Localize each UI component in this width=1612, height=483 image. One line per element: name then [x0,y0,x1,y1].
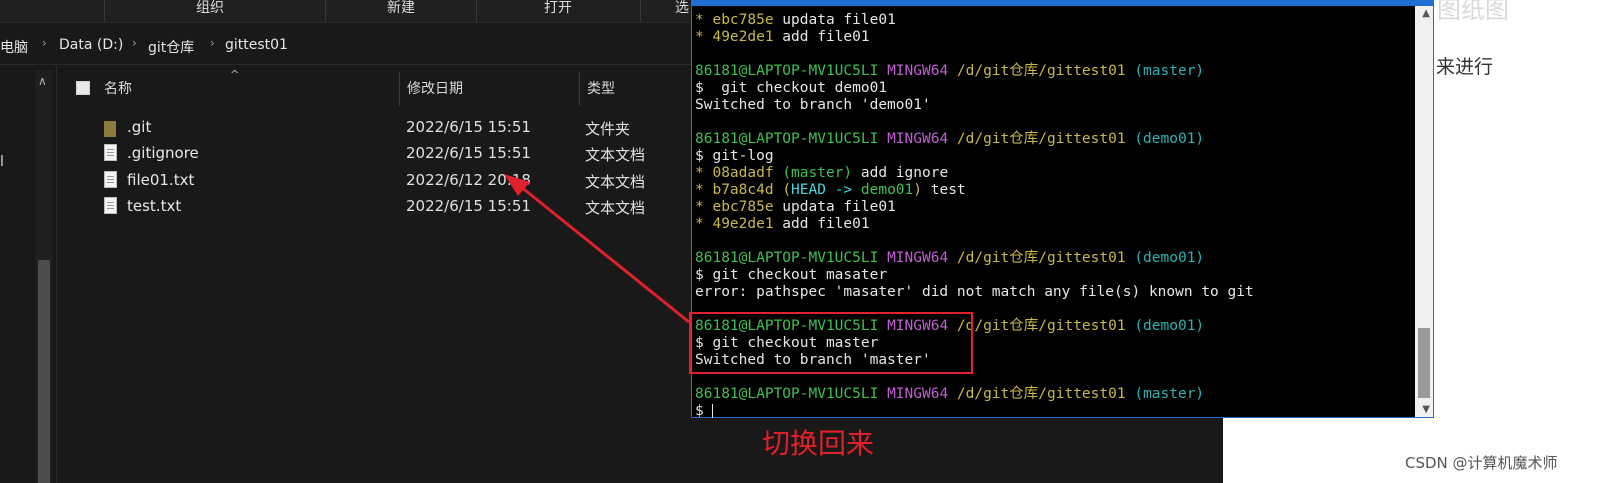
file-row[interactable]: .git 2022/6/15 15:51 文件夹 [0,115,700,141]
commit-head-ref: HEAD -> [791,182,861,198]
text-file-icon [104,171,117,188]
column-divider[interactable] [399,72,400,106]
ribbon-separator [640,0,641,22]
prompt-branch: (demo01) [1134,250,1205,266]
background-heading-fragment: 图纸图 [1437,0,1509,24]
commit-message: add file01 [773,216,870,232]
breadcrumb-chevron-icon[interactable]: › [42,36,47,50]
prompt-env: MINGW64 [887,131,949,147]
breadcrumb-this-pc[interactable]: 电脑 [0,37,28,57]
ribbon-separator [104,0,105,22]
file-date: 2022/6/15 15:51 [406,144,531,162]
prompt-branch: (master) [1134,386,1205,402]
file-type: 文本文档 [585,173,646,191]
ribbon-organize[interactable]: 组织 [196,0,224,22]
prompt-branch: (demo01) [1134,131,1205,147]
file-type: 文本文档 [585,146,646,164]
file-row[interactable]: file01.txt 2022/6/12 20:18 文本文档 [0,168,700,194]
file-row[interactable]: .gitignore 2022/6/15 15:51 文本文档 [0,141,700,167]
folder-icon [104,121,116,137]
watermark: CSDN @计算机魔术师 [1405,454,1558,472]
text-file-icon [104,144,117,161]
file-name: .gitignore [127,144,199,162]
breadcrumb-gittest01[interactable]: gittest01 [225,37,288,53]
prompt-user: 86181@LAPTOP-MV1UC5LI [695,250,879,266]
column-header-date[interactable]: 修改日期 [407,78,463,98]
prompt-path: /d/git仓库/gittest01 [956,386,1126,402]
commit-hash: 49e2de1 [712,216,774,232]
sort-ascending-icon: ^ [230,68,240,81]
commit-message: add ignore [852,165,949,181]
highlight-box [689,312,973,374]
command-prompt: $ [695,403,713,419]
prompt-branch: (demo01) [1134,318,1205,334]
command-output: error: pathspec 'masater' did not match … [695,284,1254,300]
prompt-path: /d/git仓库/gittest01 [956,250,1126,266]
commit-hash: b7a8c4d [712,182,774,198]
text-file-icon [104,197,117,214]
commit-hash: ebc785e [712,12,774,28]
prompt-env: MINGW64 [887,250,949,266]
file-type: 文本文档 [585,199,646,217]
file-date: 2022/6/12 20:18 [406,171,531,189]
command-line: $ git checkout masater [695,267,888,283]
file-name: .git [127,118,152,136]
scroll-up-icon[interactable]: ∧ [38,74,47,88]
breadcrumb-chevron-icon[interactable]: › [210,36,215,50]
file-date: 2022/6/15 15:51 [406,118,531,136]
ribbon-select[interactable]: 选 [675,0,689,22]
terminal-scroll-thumb[interactable] [1418,328,1430,398]
scroll-down-icon[interactable]: ▼ [1422,404,1430,415]
prompt-user: 86181@LAPTOP-MV1UC5LI [695,386,879,402]
background-text-fragment: 来进行 [1436,56,1494,78]
prompt-user: 86181@LAPTOP-MV1UC5LI [695,131,879,147]
prompt-env: MINGW64 [887,63,949,79]
file-row[interactable]: test.txt 2022/6/15 15:51 文本文档 [0,194,700,220]
ribbon-separator [325,0,326,22]
commit-hash: ebc785e [712,199,774,215]
column-divider[interactable] [579,72,580,106]
ribbon-new[interactable]: 新建 [387,0,415,22]
prompt-path: /d/git仓库/gittest01 [956,63,1126,79]
breadcrumb-drive[interactable]: Data (D:) [59,37,123,53]
file-date: 2022/6/15 15:51 [406,197,531,215]
commit-message: updata file01 [773,199,896,215]
commit-hash: 08adadf [712,165,774,181]
prompt-path: /d/git仓库/gittest01 [956,318,1126,334]
commit-message: test [922,182,966,198]
annotation-label: 切换回来 [762,427,875,460]
prompt-env: MINGW64 [887,386,949,402]
nav-scroll-thumb[interactable] [38,260,50,483]
command-line: $ git-log [695,148,774,164]
ribbon-open[interactable]: 打开 [544,0,572,22]
column-header-name[interactable]: 名称 [104,78,132,98]
breadcrumb-chevron-icon[interactable]: › [132,36,137,50]
file-type: 文件夹 [585,120,631,138]
scroll-up-icon[interactable]: ▲ [1422,8,1430,19]
column-header-type[interactable]: 类型 [587,78,615,98]
command-output: Switched to branch 'demo01' [695,97,931,113]
prompt-path: /d/git仓库/gittest01 [956,131,1126,147]
file-name: file01.txt [127,171,195,189]
text-cursor [712,404,714,418]
file-name: test.txt [127,197,182,215]
commit-branch-ref: demo01 [860,182,914,198]
breadcrumb-git-repo[interactable]: git仓库 [148,37,194,57]
ribbon-separator [476,0,477,22]
commit-message: add file01 [773,29,870,45]
commit-hash: 49e2de1 [712,29,774,45]
commit-message: updata file01 [773,12,896,28]
command-line: $ git checkout demo01 [695,80,888,96]
prompt-branch: (master) [1134,63,1205,79]
prompt-user: 86181@LAPTOP-MV1UC5LI [695,63,879,79]
select-all-checkbox[interactable] [76,81,90,95]
commit-ref: (master) [782,165,853,181]
